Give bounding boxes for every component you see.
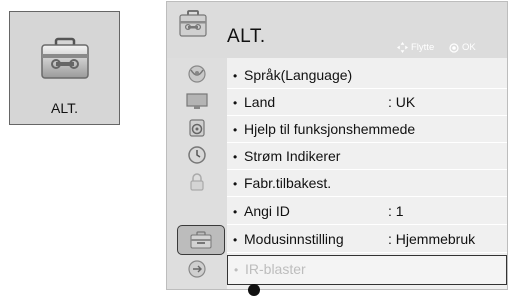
category-sidebar — [167, 58, 227, 289]
bullet: • — [233, 177, 238, 191]
bullet: • — [233, 150, 238, 164]
menu-item-label: Hjelp til funksjonshemmede — [244, 121, 416, 137]
bullet: • — [233, 233, 238, 247]
clock-icon — [188, 146, 206, 164]
ok-hint-label: OK — [462, 42, 476, 53]
alt-menu-tile[interactable]: ALT. — [9, 11, 120, 125]
speaker-icon — [189, 119, 205, 137]
menu-item-label: Land — [244, 94, 276, 110]
bullet: • — [234, 263, 239, 277]
category-lock[interactable] — [175, 170, 219, 194]
move-hint-label: Flytte — [411, 42, 435, 53]
category-usb[interactable] — [175, 257, 219, 281]
menu-item-label: Strøm Indikerer — [244, 148, 341, 164]
menu-item-value: : 1 — [388, 203, 404, 219]
category-time[interactable] — [175, 143, 219, 167]
bullet: • — [233, 96, 238, 110]
menu-item-label: Modusinnstilling — [244, 231, 344, 247]
bullet: • — [233, 205, 238, 219]
menu-item-ir-blaster[interactable]: • IR-blaster — [227, 255, 507, 285]
menu-item-value: : Hjemmebruk — [388, 231, 476, 247]
panel-title: ALT. — [227, 26, 266, 47]
menu-item-label: Språk(Language) — [244, 67, 353, 83]
toolbox-icon — [190, 231, 212, 249]
bullet: • — [233, 123, 238, 137]
options-list: • Språk(Language) • Land : UK • Hjelp ti… — [227, 58, 507, 289]
usb-icon — [188, 260, 206, 278]
menu-item-label: Fabr.tilbakest. — [244, 175, 332, 191]
lock-icon — [190, 173, 204, 191]
panel-header: ALT. Flytte OK — [167, 2, 507, 59]
category-audio[interactable] — [175, 116, 219, 140]
pointer-cursor — [248, 284, 260, 296]
category-options[interactable] — [177, 225, 225, 255]
menu-item-value: : UK — [388, 94, 416, 110]
menu-item-accessibility[interactable]: • Hjelp til funksjonshemmede — [227, 116, 507, 143]
menu-item-label: Angi ID — [244, 203, 290, 219]
bullet: • — [233, 69, 238, 83]
tile-label: ALT. — [51, 100, 78, 116]
monitor-icon — [186, 93, 208, 109]
menu-item-country[interactable]: • Land : UK — [227, 89, 507, 116]
menu-item-label: IR-blaster — [245, 261, 306, 277]
menu-item-language[interactable]: • Språk(Language) — [227, 62, 507, 89]
toolbox-icon — [179, 10, 207, 37]
ok-button-icon — [449, 42, 459, 53]
navigation-arrows-icon — [397, 42, 408, 53]
satellite-dish-icon — [188, 65, 206, 83]
ok-hint: OK — [449, 42, 476, 53]
category-picture[interactable] — [175, 89, 219, 113]
alt-settings-panel: ALT. Flytte OK • Språk(Language) • Land … — [166, 1, 508, 290]
move-hint: Flytte — [397, 42, 434, 53]
toolbox-icon — [41, 37, 89, 79]
menu-item-power-indicator[interactable]: • Strøm Indikerer — [227, 143, 507, 170]
menu-item-mode-setting[interactable]: • Modusinnstilling : Hjemmebruk — [227, 226, 507, 253]
category-satellite[interactable] — [175, 62, 219, 86]
menu-item-set-id[interactable]: • Angi ID : 1 — [227, 198, 507, 225]
menu-item-factory-reset[interactable]: • Fabr.tilbakest. — [227, 170, 507, 197]
